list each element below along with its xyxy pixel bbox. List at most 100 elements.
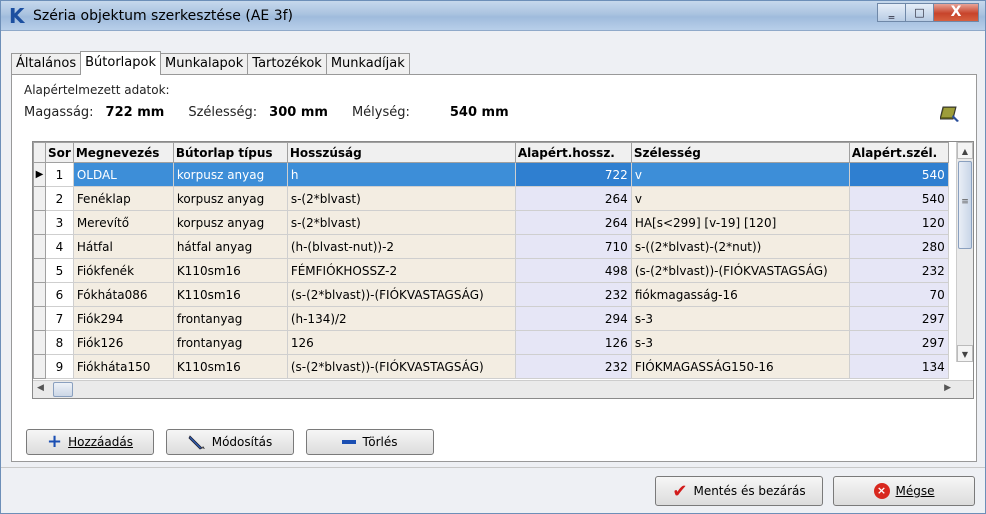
- cell-width[interactable]: s-3: [630, 330, 850, 355]
- cell-length[interactable]: 126: [286, 330, 516, 355]
- cell-def-length[interactable]: 722: [514, 162, 632, 187]
- cell-length[interactable]: FÉMFIÓKHOSSZ-2: [286, 258, 516, 283]
- cell-type[interactable]: K110sm16: [172, 282, 288, 307]
- cell-width[interactable]: (s-(2*blvast))-(FIÓKVASTAGSÁG): [630, 258, 850, 283]
- cell-def-width[interactable]: 232: [848, 258, 949, 283]
- tab-munkadijak[interactable]: Munkadíjak: [325, 53, 410, 75]
- tab-tartozekok[interactable]: Tartozékok: [247, 53, 327, 75]
- cell-type[interactable]: frontanyag: [172, 306, 288, 331]
- save-close-button[interactable]: ✔ Mentés és bezárás: [655, 476, 823, 506]
- edit-button-label: Módosítás: [211, 435, 273, 449]
- cell-def-width[interactable]: 540: [848, 162, 949, 187]
- add-button[interactable]: + Hozzáadás: [26, 429, 154, 455]
- cancel-button[interactable]: × Mégse: [833, 476, 975, 506]
- cell-def-length[interactable]: 710: [514, 234, 632, 259]
- col-header-szelesseg[interactable]: Szélesség: [630, 142, 850, 163]
- cell-name[interactable]: Fiókfenék: [72, 258, 174, 283]
- table-row[interactable]: 3 Merevítő korpusz anyag s-(2*blvast) 26…: [33, 210, 949, 235]
- current-row-arrow-icon: ▶: [33, 162, 46, 187]
- cell-name[interactable]: Fókháta086: [72, 282, 174, 307]
- panels-table: Sor Megnevezés Bútorlap típus Hosszúság …: [33, 142, 949, 379]
- cell-def-width[interactable]: 297: [848, 330, 949, 355]
- table-row[interactable]: 6 Fókháta086 K110sm16 (s-(2*blvast))-(FI…: [33, 282, 949, 307]
- tab-butorlapok[interactable]: Bútorlapok: [80, 51, 161, 75]
- cell-length[interactable]: (s-(2*blvast))-(FIÓKVASTAGSÁG): [286, 354, 516, 379]
- horizontal-scrollbar[interactable]: ◀ ▶: [33, 380, 973, 398]
- table-row[interactable]: 5 Fiókfenék K110sm16 FÉMFIÓKHOSSZ-2 498 …: [33, 258, 949, 283]
- cell-sor: 7: [45, 306, 74, 331]
- cell-name[interactable]: Fiókháta150: [72, 354, 174, 379]
- cell-length[interactable]: (s-(2*blvast))-(FIÓKVASTAGSÁG): [286, 282, 516, 307]
- col-header-alapert-hossz[interactable]: Alapért.hossz.: [514, 142, 632, 163]
- cell-width[interactable]: s-((2*blvast)-(2*nut)): [630, 234, 850, 259]
- cell-length[interactable]: h: [286, 162, 516, 187]
- cell-name[interactable]: Fiók126: [72, 330, 174, 355]
- col-header-sor[interactable]: Sor: [45, 142, 74, 163]
- minimize-button[interactable]: ‗: [877, 3, 905, 22]
- cell-name[interactable]: Hátfal: [72, 234, 174, 259]
- cell-def-width[interactable]: 134: [848, 354, 949, 379]
- cell-def-length[interactable]: 232: [514, 354, 632, 379]
- cell-width[interactable]: s-3: [630, 306, 850, 331]
- cell-length[interactable]: s-(2*blvast): [286, 186, 516, 211]
- maximize-button[interactable]: □: [905, 3, 933, 22]
- defaults-group-title: Alapértelmezett adatok:: [24, 83, 170, 97]
- cell-def-length[interactable]: 264: [514, 210, 632, 235]
- table-row[interactable]: 8 Fiók126 frontanyag 126 126 s-3 297: [33, 330, 949, 355]
- col-header-hosszusag[interactable]: Hosszúság: [286, 142, 516, 163]
- cell-type[interactable]: korpusz anyag: [172, 186, 288, 211]
- col-header-butorlap-tipus[interactable]: Bútorlap típus: [172, 142, 288, 163]
- cell-type[interactable]: K110sm16: [172, 258, 288, 283]
- window-title: Széria objektum szerkesztése (AE 3f): [33, 8, 294, 24]
- table-row[interactable]: 9 Fiókháta150 K110sm16 (s-(2*blvast))-(F…: [33, 354, 949, 379]
- cell-def-length[interactable]: 232: [514, 282, 632, 307]
- vertical-scroll-thumb[interactable]: ≡: [958, 161, 972, 249]
- col-header-alapert-szel[interactable]: Alapért.szél.: [848, 142, 949, 163]
- cell-width[interactable]: v: [630, 186, 850, 211]
- tab-munkalapok[interactable]: Munkalapok: [160, 53, 249, 75]
- cell-type[interactable]: K110sm16: [172, 354, 288, 379]
- cell-type[interactable]: frontanyag: [172, 330, 288, 355]
- scroll-up-icon[interactable]: ▲: [957, 142, 973, 159]
- cell-def-width[interactable]: 70: [848, 282, 949, 307]
- cell-width[interactable]: FIÓKMAGASSÁG150-16: [630, 354, 850, 379]
- scroll-left-icon[interactable]: ◀: [37, 383, 44, 393]
- table-row[interactable]: 2 Fenéklap korpusz anyag s-(2*blvast) 26…: [33, 186, 949, 211]
- cell-name[interactable]: Fiók294: [72, 306, 174, 331]
- cell-type[interactable]: korpusz anyag: [172, 162, 288, 187]
- edit-button[interactable]: Módosítás: [166, 429, 294, 455]
- tab-altalanos[interactable]: Általános: [11, 53, 82, 75]
- horizontal-scroll-thumb[interactable]: [53, 382, 73, 397]
- cell-def-width[interactable]: 540: [848, 186, 949, 211]
- col-header-megnevezes[interactable]: Megnevezés: [72, 142, 174, 163]
- book-edit-icon[interactable]: [940, 105, 960, 123]
- cell-width[interactable]: v: [630, 162, 850, 187]
- cell-def-length[interactable]: 264: [514, 186, 632, 211]
- cell-width[interactable]: HA[s<299] [v-19] [120]: [630, 210, 850, 235]
- cell-def-width[interactable]: 120: [848, 210, 949, 235]
- cell-name[interactable]: Fenéklap: [72, 186, 174, 211]
- cell-width[interactable]: fiókmagasság-16: [630, 282, 850, 307]
- cell-name[interactable]: OLDAL: [72, 162, 174, 187]
- delete-button[interactable]: Törlés: [306, 429, 434, 455]
- table-row[interactable]: 4 Hátfal hátfal anyag (h-(blvast-nut))-2…: [33, 234, 949, 259]
- cell-type[interactable]: korpusz anyag: [172, 210, 288, 235]
- panels-grid[interactable]: Sor Megnevezés Bútorlap típus Hosszúság …: [32, 141, 974, 399]
- close-button[interactable]: X: [933, 3, 979, 22]
- cell-def-length[interactable]: 126: [514, 330, 632, 355]
- cell-length[interactable]: (h-134)/2: [286, 306, 516, 331]
- table-row[interactable]: ▶ 1 OLDAL korpusz anyag h 722 v 540: [33, 162, 949, 187]
- cell-def-width[interactable]: 297: [848, 306, 949, 331]
- cell-def-length[interactable]: 294: [514, 306, 632, 331]
- footer-bar: ✔ Mentés és bezárás × Mégse: [1, 467, 985, 513]
- cell-name[interactable]: Merevítő: [72, 210, 174, 235]
- vertical-scrollbar[interactable]: ▲ ≡ ▼: [956, 142, 973, 362]
- cell-def-width[interactable]: 280: [848, 234, 949, 259]
- cell-length[interactable]: s-(2*blvast): [286, 210, 516, 235]
- cell-length[interactable]: (h-(blvast-nut))-2: [286, 234, 516, 259]
- scroll-right-icon[interactable]: ▶: [944, 383, 951, 393]
- scroll-down-icon[interactable]: ▼: [957, 345, 973, 362]
- cell-def-length[interactable]: 498: [514, 258, 632, 283]
- table-row[interactable]: 7 Fiók294 frontanyag (h-134)/2 294 s-3 2…: [33, 306, 949, 331]
- cell-type[interactable]: hátfal anyag: [172, 234, 288, 259]
